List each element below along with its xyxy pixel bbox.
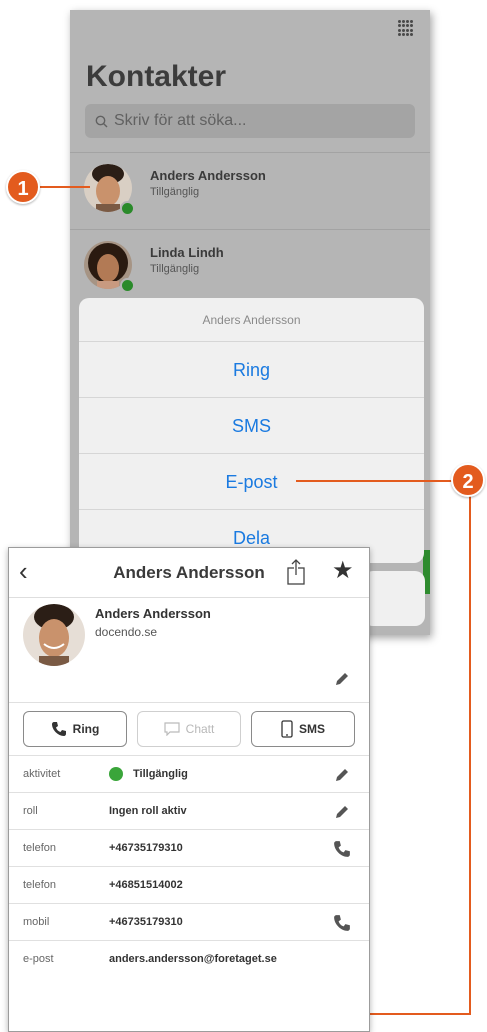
row-label: e-post <box>23 953 54 965</box>
card-header: ‹ Anders Andersson ★ <box>9 548 369 598</box>
detail-row-phone[interactable]: telefon +46851514002 <box>9 866 369 903</box>
chat-button-label: Chatt <box>185 722 215 736</box>
row-value: +46851514002 <box>109 879 183 891</box>
phone-icon <box>51 722 66 736</box>
row-label: telefon <box>23 879 57 891</box>
chat-icon <box>164 722 180 736</box>
phone-icon[interactable] <box>333 840 351 858</box>
search-icon <box>95 115 108 127</box>
star-icon[interactable]: ★ <box>332 557 354 585</box>
search-placeholder: Skriv för att söka... <box>114 112 247 129</box>
pencil-icon[interactable] <box>333 766 351 784</box>
ring-button-label: Ring <box>72 722 100 736</box>
sheet-item-ring[interactable]: Ring <box>79 342 424 398</box>
row-value: +46735179310 <box>109 842 183 854</box>
detail-row-mobile[interactable]: mobil +46735179310 <box>9 903 369 940</box>
pencil-icon[interactable] <box>333 670 351 688</box>
callout-line <box>36 186 90 188</box>
ring-button[interactable]: Ring <box>23 711 127 747</box>
row-value: +46735179310 <box>109 916 183 928</box>
status-dot <box>109 767 123 781</box>
pencil-icon[interactable] <box>333 803 351 821</box>
profile-name: Anders Andersson <box>95 606 211 621</box>
callout-line <box>469 495 471 1015</box>
detail-row-phone[interactable]: telefon +46735179310 <box>9 829 369 866</box>
row-label: mobil <box>23 916 50 928</box>
avatar <box>23 604 85 666</box>
page-title: Kontakter <box>86 60 227 93</box>
row-label: roll <box>23 805 38 817</box>
row-value: Ingen roll aktiv <box>109 805 187 817</box>
row-value: anders.andersson@foretaget.se <box>109 953 277 965</box>
sms-button-label: SMS <box>298 722 325 736</box>
share-icon[interactable] <box>285 558 307 586</box>
contact-card: ‹ Anders Andersson ★ Anders Andersson do… <box>8 547 370 1032</box>
search-input[interactable]: Skriv för att söka... <box>85 104 415 138</box>
grid-icon[interactable] <box>398 20 414 36</box>
action-sheet: Anders Andersson Ring SMS E-post Dela <box>79 298 424 563</box>
action-buttons: Ring Chatt SMS <box>9 703 369 755</box>
mobile-icon <box>281 720 293 738</box>
contact-name: Linda Lindh <box>150 245 224 260</box>
sheet-item-sms[interactable]: SMS <box>79 398 424 454</box>
row-label: telefon <box>23 842 57 854</box>
contact-name: Anders Andersson <box>150 168 266 183</box>
profile-company: docendo.se <box>95 625 158 639</box>
sheet-title: Anders Andersson <box>79 298 424 342</box>
card-header-title: Anders Andersson <box>113 563 265 582</box>
detail-row-role[interactable]: roll Ingen roll aktiv <box>9 792 369 829</box>
callout-badge-1: 1 <box>6 170 40 204</box>
phone-icon[interactable] <box>333 914 351 932</box>
contact-status: Tillgänglig <box>150 263 200 275</box>
sms-button[interactable]: SMS <box>251 711 355 747</box>
chat-button[interactable]: Chatt <box>137 711 241 747</box>
profile-section: Anders Andersson docendo.se <box>9 598 369 702</box>
row-value: Tillgänglig <box>133 768 188 780</box>
divider <box>70 152 430 153</box>
detail-row-email[interactable]: e-post anders.andersson@foretaget.se <box>9 940 369 977</box>
callout-badge-2: 2 <box>451 463 485 497</box>
status-dot <box>120 201 135 216</box>
divider <box>70 229 430 230</box>
sheet-item-email[interactable]: E-post <box>79 454 424 510</box>
status-dot <box>120 278 135 293</box>
list-item[interactable]: Linda Lindh Tillgänglig <box>84 241 414 305</box>
list-item[interactable]: Anders Andersson Tillgänglig <box>84 164 414 228</box>
detail-row-activity[interactable]: aktivitet Tillgänglig <box>9 755 369 792</box>
row-label: aktivitet <box>23 768 61 780</box>
contact-status: Tillgänglig <box>150 186 200 198</box>
callout-line <box>296 480 456 482</box>
sheet-cancel-card[interactable] <box>363 571 425 626</box>
